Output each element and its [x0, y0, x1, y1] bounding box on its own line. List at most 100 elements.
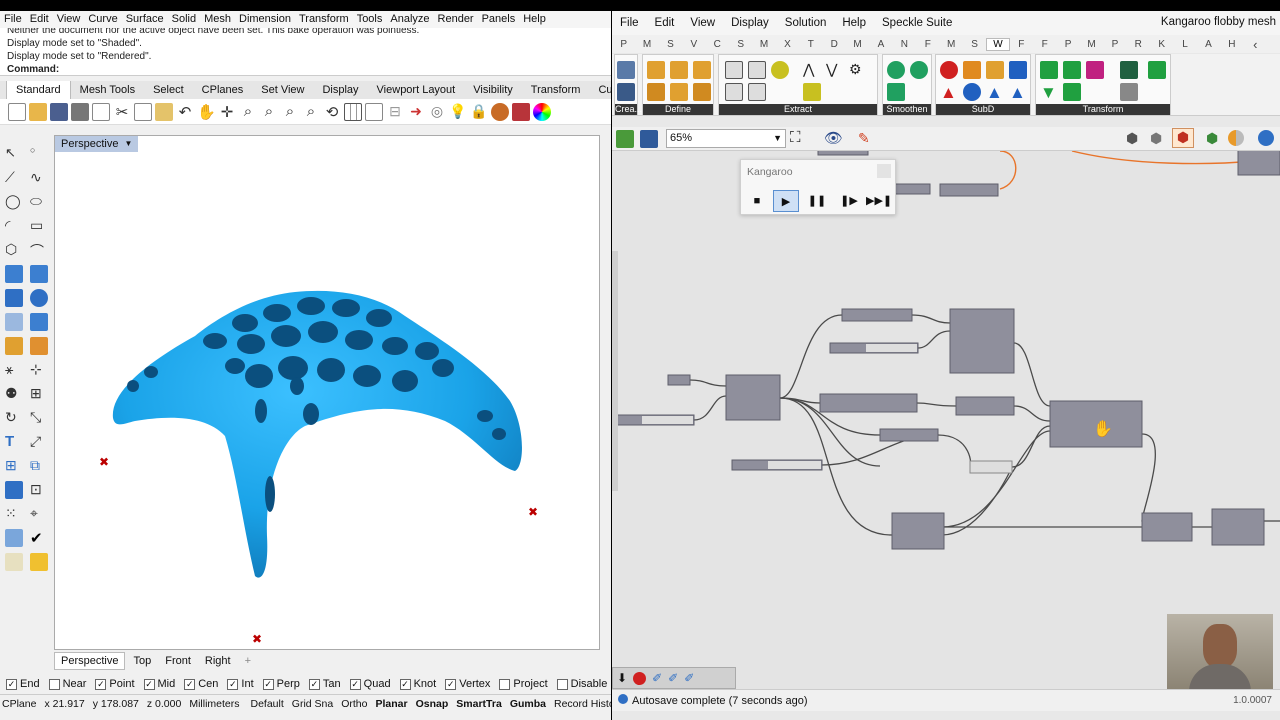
kangaroo-play-button[interactable]: ▶: [773, 190, 799, 212]
render-preview-icon[interactable]: [1258, 130, 1274, 146]
check-icon[interactable]: ✔: [30, 529, 48, 547]
viewport-tab-perspective[interactable]: Perspective: [54, 652, 126, 670]
split-icon[interactable]: ⚹: [5, 361, 23, 379]
transform-component-icon[interactable]: [1040, 61, 1058, 79]
save-file-icon[interactable]: [640, 130, 658, 148]
mesh-icon[interactable]: [5, 313, 23, 331]
print-icon[interactable]: [71, 102, 89, 121]
grid-icon[interactable]: ⊟: [386, 103, 404, 121]
wire[interactable]: [779, 314, 843, 399]
kangaroo-close-button[interactable]: [877, 164, 891, 178]
subd-component-icon[interactable]: [963, 83, 981, 101]
units-label[interactable]: Millimeters: [189, 698, 239, 710]
perspective-viewport[interactable]: Perspective ▼ ✖ ✖ ✖: [54, 135, 600, 650]
osnap-vertex[interactable]: ✓ Vertex: [445, 678, 490, 690]
gh-definition-graph[interactable]: ✋: [612, 151, 1280, 667]
smoothen-component-icon[interactable]: [910, 61, 928, 79]
gh-component[interactable]: [817, 151, 869, 156]
four-viewports-icon[interactable]: [344, 102, 362, 121]
osnap-tan[interactable]: ✓ Tan: [308, 678, 341, 690]
transform-component-icon[interactable]: [1063, 61, 1081, 79]
paste-icon[interactable]: [155, 102, 173, 121]
group-icon[interactable]: ⊞: [30, 385, 48, 403]
kangaroo-stop-button[interactable]: ■: [744, 190, 770, 212]
circle-icon[interactable]: ◯: [5, 193, 23, 211]
hide-icon[interactable]: ◎: [428, 103, 446, 121]
checkbox-icon[interactable]: ✓: [308, 678, 320, 690]
menu-dimension[interactable]: Dimension: [235, 11, 295, 28]
transform-component-icon[interactable]: [1086, 61, 1104, 79]
mesh-box-icon[interactable]: [617, 83, 635, 101]
array-icon[interactable]: ⧉: [30, 457, 48, 475]
save-icon[interactable]: [50, 102, 68, 121]
canvas-scroll-edge[interactable]: [612, 251, 618, 491]
extract-component-icon[interactable]: [748, 61, 766, 79]
subd-component-icon[interactable]: [1009, 61, 1027, 79]
gh-tab[interactable]: F: [916, 39, 939, 50]
subd-component-icon[interactable]: ▲: [986, 83, 1004, 102]
wire[interactable]: [916, 402, 957, 407]
zoom-dropdown[interactable]: 65% ▼: [666, 129, 786, 148]
gh-menu-speckle[interactable]: Speckle Suite: [874, 17, 960, 29]
menu-tools[interactable]: Tools: [353, 11, 387, 28]
define-component-icon[interactable]: [693, 83, 711, 101]
checkbox-icon[interactable]: ✓: [184, 678, 196, 690]
gh-canvas[interactable]: ✋: [612, 151, 1280, 667]
wire[interactable]: [941, 430, 1051, 528]
zoom-chevron-down-icon[interactable]: ▼: [773, 130, 782, 147]
gh-tab[interactable]: S: [659, 39, 682, 50]
subd-component-icon[interactable]: ▲: [1009, 83, 1027, 102]
point-marker[interactable]: ✖: [528, 505, 538, 519]
render-preview-icon[interactable]: [30, 553, 48, 571]
gh-component[interactable]: [1237, 151, 1280, 176]
gumball-icon[interactable]: ⌖: [30, 505, 48, 523]
cage-edit-icon[interactable]: ⊡: [30, 481, 48, 499]
gh-tab[interactable]: P: [612, 39, 635, 50]
boolean-union-icon[interactable]: [30, 289, 48, 307]
gh-menu-solution[interactable]: Solution: [777, 17, 835, 29]
wire[interactable]: [693, 395, 727, 421]
checkbox-icon[interactable]: ✓: [262, 678, 274, 690]
gh-menu-help[interactable]: Help: [834, 17, 874, 29]
command-prompt[interactable]: Command:: [7, 63, 611, 75]
menu-file[interactable]: File: [0, 11, 26, 28]
menu-edit[interactable]: Edit: [26, 11, 53, 28]
rectangle-icon[interactable]: ▭: [30, 217, 48, 235]
fillet-icon[interactable]: ⌒: [30, 241, 48, 259]
menu-analyze[interactable]: Analyze: [386, 11, 433, 28]
kangaroo-pause-button[interactable]: ❚❚: [804, 190, 830, 212]
point-marker[interactable]: ✖: [252, 632, 262, 646]
subd-component-icon[interactable]: [940, 61, 958, 79]
download-icon[interactable]: ⬇: [617, 671, 627, 685]
menu-help[interactable]: Help: [519, 11, 550, 28]
gh-tab[interactable]: H: [1220, 39, 1243, 50]
menu-render[interactable]: Render: [434, 11, 478, 28]
wire[interactable]: [917, 330, 951, 349]
open-file-icon[interactable]: [616, 130, 634, 148]
block-icon[interactable]: ⊞: [5, 457, 23, 475]
gh-component[interactable]: [667, 374, 691, 386]
wire[interactable]: [689, 379, 727, 387]
wire[interactable]: [941, 466, 1013, 536]
grid-snap-toggle[interactable]: Grid Sna: [292, 698, 333, 710]
gh-tab[interactable]: N: [893, 39, 916, 50]
zoom-extents-icon[interactable]: ⛶: [790, 129, 801, 146]
import-icon[interactable]: [92, 102, 110, 121]
transform-component-icon[interactable]: ▼: [1040, 83, 1058, 102]
gh-tab[interactable]: P: [1103, 39, 1126, 50]
wire[interactable]: [911, 314, 951, 324]
polygon-icon[interactable]: ⬡: [5, 241, 23, 259]
slider-track[interactable]: [866, 344, 917, 352]
selected-preview-icon[interactable]: ⬢: [1206, 130, 1218, 147]
preview-off-icon[interactable]: ⬢: [1126, 130, 1138, 147]
gh-menu-edit[interactable]: Edit: [647, 17, 683, 29]
checkbox-icon[interactable]: ✓: [95, 678, 107, 690]
join-icon[interactable]: ⊹: [30, 361, 48, 379]
zoom-selected-icon[interactable]: ⌕: [302, 103, 320, 121]
define-component-icon[interactable]: [670, 83, 688, 101]
arc-icon[interactable]: ◜: [5, 217, 23, 235]
gh-toggle[interactable]: [969, 460, 1013, 474]
tab-set-view[interactable]: Set View: [252, 81, 313, 99]
new-icon[interactable]: [8, 102, 26, 121]
extract-component-icon[interactable]: [748, 83, 766, 101]
